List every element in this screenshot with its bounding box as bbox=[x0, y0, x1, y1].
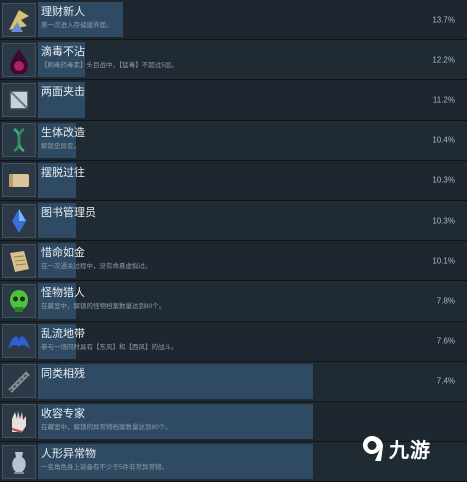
achievement-row: 惜命如金 在一次通关过程中，没有命悬虚拟过。 10.1% bbox=[0, 241, 467, 282]
achievement-title: 同类相残 bbox=[41, 367, 85, 380]
achievement-percent: 13.7% bbox=[432, 15, 455, 25]
achievement-row: 滴毒不沾 【刷毒药毒素】头目战中，【猛毒】不超过5层。 12.2% bbox=[0, 40, 467, 81]
achievement-percent: 10.4% bbox=[432, 135, 455, 145]
achievement-desc: 解锁史异变。 bbox=[41, 142, 80, 150]
achievement-row: 图书管理员 10.3% bbox=[0, 200, 467, 242]
achievement-percent: 10.1% bbox=[432, 256, 455, 266]
vase-icon bbox=[2, 444, 36, 479]
achievement-percent: 7.4% bbox=[436, 376, 455, 386]
achievement-title: 两面夹击 bbox=[41, 86, 85, 99]
achievement-row: 生体改造 解锁史异变。 10.4% bbox=[0, 120, 467, 161]
achievement-desc: 在藏室中，解锁的异常物档案数量达到80个。 bbox=[41, 423, 172, 431]
parchment-icon bbox=[2, 243, 36, 278]
achievement-desc: 参与一场同时具有【东风】和【西风】的战斗。 bbox=[41, 343, 178, 351]
gold-wing-icon bbox=[2, 2, 36, 37]
achievement-title: 人形异常物 bbox=[41, 448, 96, 461]
mirror-icon bbox=[2, 82, 36, 117]
achievement-desc: 第一次进入存储建界面。 bbox=[41, 22, 113, 29]
glove-icon bbox=[2, 404, 36, 439]
achievement-title: 理财新人 bbox=[41, 6, 85, 18]
achievement-percent: 7.6% bbox=[436, 336, 455, 346]
achievement-title: 惜命如金 bbox=[41, 247, 85, 260]
dna-icon bbox=[2, 123, 36, 158]
achievement-row: 两面夹击 11.2% bbox=[0, 80, 467, 121]
achievement-desc: 在藏室中，解锁的怪物档案数量达到80个。 bbox=[41, 303, 166, 311]
achievement-row: 怪物猎人 在藏室中，解锁的怪物档案数量达到80个。 7.8% bbox=[0, 281, 467, 322]
achievement-percent: 7.8% bbox=[436, 296, 455, 306]
achievement-percent: 12.2% bbox=[432, 55, 455, 65]
achievement-title: 生体改造 bbox=[41, 126, 85, 139]
achievement-list: 理财新人 第一次进入存储建界面。 13.7% 滴毒不沾 【刷毒药毒素】头目战中，… bbox=[0, 0, 467, 482]
green-skull-icon bbox=[2, 283, 36, 318]
achievement-percent: 11.2% bbox=[432, 95, 455, 105]
achievement-row: 乱流地带 参与一场同时具有【东风】和【西风】的战斗。 7.6% bbox=[0, 321, 467, 362]
achievement-title: 滴毒不沾 bbox=[41, 46, 85, 59]
scroll-icon bbox=[2, 163, 36, 198]
achievement-title: 收容专家 bbox=[41, 407, 85, 420]
crystal-icon bbox=[2, 203, 36, 238]
achievement-desc: 【刷毒药毒素】头目战中，【猛毒】不超过5层。 bbox=[41, 62, 178, 70]
achievement-title: 怪物猎人 bbox=[41, 287, 85, 300]
achievement-title: 摆脱过往 bbox=[41, 166, 85, 179]
achievement-row: 同类相残 7.4% bbox=[0, 361, 467, 402]
poison-drop-icon bbox=[2, 42, 36, 77]
blue-wing-icon bbox=[2, 324, 36, 359]
achievement-desc: 在一次通关过程中，没有命悬虚拟过。 bbox=[41, 263, 152, 271]
achievement-row: 摆脱过往 10.3% bbox=[0, 160, 467, 201]
achievement-percent: 10.3% bbox=[432, 216, 455, 226]
achievement-row: 人形异常物 一名角色身上装备有不少于5件非常异常物。 bbox=[0, 442, 467, 482]
chain-icon bbox=[2, 364, 36, 399]
achievement-title: 图书管理员 bbox=[41, 206, 96, 219]
achievement-percent: 10.3% bbox=[432, 175, 455, 185]
achievement-title: 乱流地带 bbox=[41, 327, 85, 340]
achievement-row: 理财新人 第一次进入存储建界面。 13.7% bbox=[0, 0, 467, 41]
achievement-desc: 一名角色身上装备有不少于5件非常异常物。 bbox=[41, 464, 169, 472]
